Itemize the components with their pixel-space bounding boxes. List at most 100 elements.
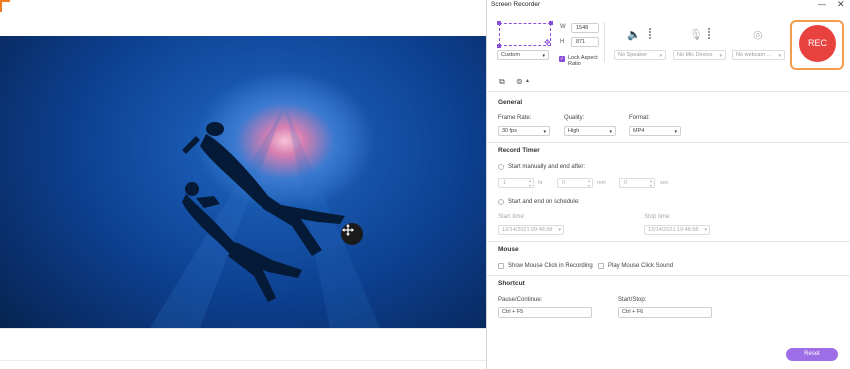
- speaker-icon[interactable]: 🔈: [627, 28, 641, 41]
- window-edge-accent-left: [0, 0, 2, 12]
- region-handle[interactable]: [549, 21, 553, 25]
- seconds-unit: sec: [660, 180, 669, 186]
- webcam-icon[interactable]: ◎: [753, 28, 763, 41]
- screenshot-icon[interactable]: ⧉: [499, 77, 505, 87]
- capture-top-band: [0, 0, 486, 36]
- start-time-label: Start time:: [498, 214, 526, 220]
- minutes-value: 0: [562, 180, 566, 186]
- region-move-icon[interactable]: ✥: [544, 38, 551, 47]
- chevron-down-icon: ▾: [674, 129, 677, 135]
- minutes-unit: min: [597, 180, 606, 186]
- microphone-icon[interactable]: 🎙: [689, 28, 703, 41]
- record-button[interactable]: REC: [799, 25, 836, 62]
- schedule-timer-label: Start and end on schedule:: [508, 199, 580, 205]
- divider: [604, 22, 605, 62]
- manual-timer-radio[interactable]: [498, 164, 504, 170]
- divers-illustration: [150, 106, 380, 328]
- speaker-level-icon: [647, 27, 653, 41]
- format-value: MP4: [633, 128, 645, 134]
- capture-bottom-bar: [0, 328, 486, 369]
- start-time-input[interactable]: 12/14/2021 09:48:58 ▾: [498, 225, 564, 235]
- quality-label: Quality:: [564, 115, 585, 121]
- divider: [0, 360, 486, 361]
- capture-area: [0, 0, 486, 369]
- chevron-down-icon: ▾: [659, 53, 662, 59]
- divider: [487, 142, 850, 143]
- hours-input[interactable]: 1 ▴ ▾: [498, 178, 534, 188]
- width-input[interactable]: 1548: [571, 23, 599, 33]
- close-button[interactable]: ✕: [837, 0, 845, 10]
- window-title: Screen Recorder: [491, 1, 541, 8]
- spinner-icon[interactable]: ▴ ▾: [529, 178, 531, 188]
- region-handle[interactable]: [497, 21, 501, 25]
- checkmark-icon: ✓: [559, 56, 565, 62]
- record-timer-section-title: Record Timer: [498, 147, 540, 154]
- chevron-down-icon: ▾: [543, 129, 546, 135]
- pause-shortcut-label: Pause/Continue:: [498, 297, 543, 303]
- quality-select[interactable]: High ▾: [564, 126, 616, 136]
- spinner-icon[interactable]: ▴ ▾: [588, 178, 590, 188]
- play-click-sound-checkbox[interactable]: [598, 263, 604, 269]
- height-input[interactable]: 871: [571, 37, 599, 47]
- divider: [487, 91, 850, 92]
- move-handle[interactable]: [341, 223, 363, 245]
- stop-time-value: 12/14/2021 10:48:58: [648, 227, 699, 233]
- format-label: Format:: [629, 115, 650, 121]
- start-time-value: 12/14/2021 09:48:58: [502, 227, 553, 233]
- speaker-value: No Speaker: [618, 52, 648, 58]
- play-click-sound-label: Play Mouse Click Sound: [608, 263, 674, 269]
- webcam-select[interactable]: No webcam ... ▾: [732, 50, 785, 60]
- app-root: Screen Recorder — ✕ ✥ W 1548 H 871 Custo…: [0, 0, 850, 369]
- chevron-down-icon: ▾: [778, 53, 781, 59]
- show-mouse-click-checkbox[interactable]: [498, 263, 504, 269]
- mic-select[interactable]: No Mic Device ▾: [673, 50, 726, 60]
- hours-value: 1: [503, 180, 507, 186]
- schedule-timer-radio[interactable]: [498, 199, 504, 205]
- calendar-icon[interactable]: ▾: [558, 226, 561, 234]
- general-section-title: General: [498, 99, 523, 106]
- camera-settings-icon[interactable]: ⊚: [516, 77, 523, 86]
- chevron-down-icon: ▾: [609, 129, 612, 135]
- quality-value: High: [568, 128, 580, 134]
- divider: [487, 275, 850, 276]
- lock-aspect-label: Lock Aspect Ratio: [568, 55, 598, 67]
- chevron-up-icon[interactable]: ▴: [526, 77, 529, 84]
- width-label: W: [560, 24, 566, 30]
- stop-time-label: Stop time:: [644, 214, 672, 220]
- pause-shortcut-input[interactable]: Ctrl + F5: [498, 307, 592, 318]
- mic-level-icon: [706, 27, 712, 41]
- shortcut-section-title: Shortcut: [498, 280, 525, 287]
- frame-rate-select[interactable]: 30 fps ▾: [498, 126, 550, 136]
- webcam-value: No webcam ...: [736, 52, 772, 58]
- move-arrows-icon: [342, 224, 354, 236]
- seconds-value: 0: [624, 180, 628, 186]
- manual-timer-label: Start manually and end after:: [508, 164, 586, 170]
- video-preview: [0, 36, 486, 328]
- show-mouse-click-label: Show Mouse Click in Recording: [508, 263, 593, 269]
- reset-button[interactable]: Reset: [786, 348, 838, 361]
- chevron-down-icon: ▾: [542, 53, 545, 59]
- height-label: H: [560, 39, 565, 45]
- recorder-panel: Screen Recorder — ✕ ✥ W 1548 H 871 Custo…: [486, 0, 850, 369]
- spinner-icon[interactable]: ▴ ▾: [650, 178, 652, 188]
- calendar-icon[interactable]: ▾: [704, 226, 707, 234]
- region-handle[interactable]: [497, 44, 501, 48]
- title-bar: Screen Recorder — ✕: [487, 0, 850, 10]
- startstop-shortcut-label: Start/Stop:: [618, 297, 647, 303]
- minutes-input[interactable]: 0 ▴ ▾: [557, 178, 593, 188]
- chevron-down-icon: ▾: [719, 53, 722, 59]
- divider: [487, 241, 850, 242]
- region-preset-value: Custom: [501, 52, 520, 58]
- stop-time-input[interactable]: 12/14/2021 10:48:58 ▾: [644, 225, 710, 235]
- frame-rate-label: Frame Rate:: [498, 115, 532, 121]
- frame-rate-value: 30 fps: [502, 128, 517, 134]
- speaker-select[interactable]: No Speaker ▾: [614, 50, 666, 60]
- hours-unit: hr: [538, 180, 543, 186]
- mic-value: No Mic Device: [677, 52, 713, 58]
- minimize-button[interactable]: —: [818, 0, 826, 9]
- seconds-input[interactable]: 0 ▴ ▾: [619, 178, 655, 188]
- startstop-shortcut-input[interactable]: Ctrl + F6: [618, 307, 712, 318]
- format-select[interactable]: MP4 ▾: [629, 126, 681, 136]
- region-preset-select[interactable]: Custom ▾: [497, 50, 549, 60]
- mouse-section-title: Mouse: [498, 246, 519, 253]
